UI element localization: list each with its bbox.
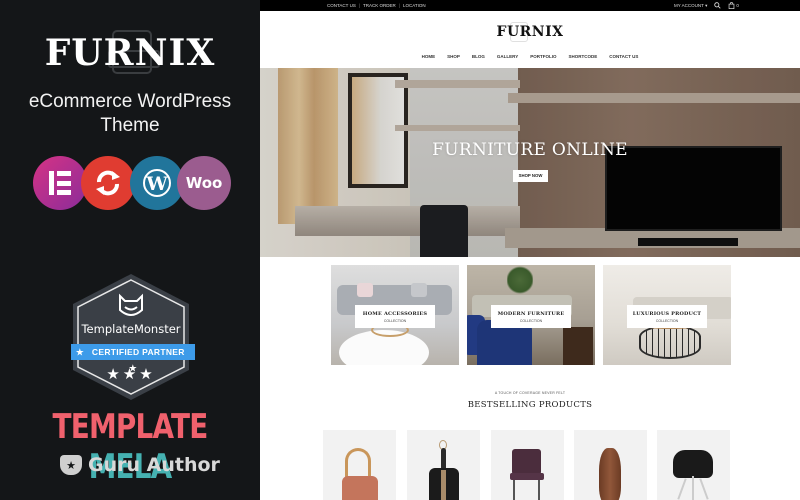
- bestselling-title: BESTSELLING PRODUCTS: [467, 400, 593, 410]
- sync-icon: [81, 156, 135, 210]
- bestselling-kicker: A TOUCH OF COVERAGE NEVER FELT: [494, 391, 566, 395]
- chair-image: [512, 449, 541, 475]
- vase-image: [599, 448, 621, 500]
- promo-subtitle-line2: Theme: [100, 115, 160, 136]
- nav-blog[interactable]: BLOG: [472, 54, 485, 59]
- collection-subtitle: COLLECTION: [383, 319, 407, 323]
- collection-label: MODERN FURNITURE COLLECTION: [491, 305, 571, 328]
- collections-grid: HOME ACCESSORIES COLLECTION MODERN FURNI…: [331, 265, 731, 365]
- topbar-right: MY ACCOUNT ▾ 0: [674, 2, 739, 9]
- topbar-link-contact[interactable]: CONTACT US: [327, 3, 356, 8]
- divider: |: [398, 3, 400, 8]
- star-icon: ★: [75, 347, 84, 357]
- topbar-links: CONTACT US | TRACK ORDER | LOCATION: [327, 3, 426, 8]
- collection-card-home-accessories[interactable]: HOME ACCESSORIES COLLECTION: [331, 265, 459, 365]
- promo-subtitle: eCommerce WordPress Theme: [0, 90, 260, 138]
- promo-logo-block: FURNIX: [0, 28, 260, 78]
- promo-logo: FURNIX: [44, 32, 216, 74]
- collection-label: HOME ACCESSORIES COLLECTION: [355, 305, 435, 328]
- product-card-shell-chair[interactable]: [657, 430, 730, 500]
- guru-author: ★ Guru Author: [60, 453, 220, 477]
- collection-subtitle: COLLECTION: [655, 319, 679, 323]
- badge-brand: TemplateMonster: [81, 322, 181, 336]
- collection-title: HOME ACCESSORIES: [362, 311, 428, 317]
- topbar: CONTACT US | TRACK ORDER | LOCATION MY A…: [260, 0, 800, 11]
- collection-label: LUXURIOUS PRODUCT COLLECTION: [627, 305, 707, 328]
- topbar-link-track-order[interactable]: TRACK ORDER: [363, 3, 396, 8]
- cat-star-icon: ★: [60, 455, 82, 475]
- hero-banner: FURNITURE ONLINE SHOP NOW: [260, 68, 800, 257]
- search-icon[interactable]: [714, 2, 721, 9]
- my-account-dropdown[interactable]: MY ACCOUNT ▾: [674, 3, 707, 9]
- collection-title: MODERN FURNITURE: [497, 311, 565, 317]
- topbar-link-location[interactable]: LOCATION: [403, 3, 426, 8]
- badge-stars: ★★★: [106, 366, 156, 383]
- product-card-vase[interactable]: [574, 430, 647, 500]
- shop-now-button[interactable]: SHOP NOW: [513, 170, 548, 182]
- guru-author-label: Guru Author: [88, 454, 220, 476]
- svg-text:W: W: [145, 173, 168, 195]
- nav-shop[interactable]: SHOP: [447, 54, 460, 59]
- product-card-teapot[interactable]: [323, 430, 396, 500]
- collection-card-luxurious-product[interactable]: LUXURIOUS PRODUCT COLLECTION: [603, 265, 731, 365]
- shopping-bag-icon: [728, 2, 735, 9]
- certified-partner-badge: TemplateMonster ★ CERTIFIED PARTNER ★ ★★…: [68, 272, 195, 402]
- elementor-icon: [33, 156, 87, 210]
- shell-chair-image: [673, 450, 713, 478]
- site-logo: FURNIX: [496, 24, 564, 40]
- main-nav: HOME SHOP BLOG GALLERY PORTFOLIO SHORTCO…: [260, 54, 800, 59]
- badge-ribbon: ★ CERTIFIED PARTNER ★: [71, 344, 195, 373]
- site-logo-block[interactable]: FURNIX: [260, 22, 800, 46]
- collection-subtitle: COLLECTION: [519, 319, 543, 323]
- nav-home[interactable]: HOME: [422, 54, 436, 59]
- cart-count: 0: [736, 3, 739, 8]
- nav-contact-us[interactable]: CONTACT US: [609, 54, 638, 59]
- nav-shortcode[interactable]: SHORTCODE: [568, 54, 597, 59]
- badge-ribbon-text: CERTIFIED PARTNER: [91, 347, 185, 357]
- collection-card-modern-furniture[interactable]: MODERN FURNITURE COLLECTION: [467, 265, 595, 365]
- product-card-chair[interactable]: [491, 430, 564, 500]
- divider: |: [358, 3, 361, 8]
- nav-portfolio[interactable]: PORTFOLIO: [530, 54, 556, 59]
- wordmark-part1: TEMPLATE: [52, 407, 209, 447]
- teapot-image: [342, 476, 378, 500]
- product-card-dustpan[interactable]: [407, 430, 480, 500]
- plugin-badges: W Woo: [33, 156, 233, 212]
- wordpress-icon: W: [130, 156, 184, 210]
- cart-button[interactable]: 0: [728, 2, 739, 9]
- product-grid: [323, 430, 743, 500]
- nav-gallery[interactable]: GALLERY: [497, 54, 518, 59]
- woo-icon: Woo: [177, 156, 231, 210]
- promo-panel: FURNIX eCommerce WordPress Theme W Woo T…: [0, 0, 260, 500]
- hero-title: FURNITURE ONLINE: [432, 140, 628, 160]
- promo-subtitle-line1: eCommerce WordPress: [28, 91, 232, 112]
- site-preview: CONTACT US | TRACK ORDER | LOCATION MY A…: [260, 0, 800, 500]
- collection-title: LUXURIOUS PRODUCT: [632, 311, 702, 317]
